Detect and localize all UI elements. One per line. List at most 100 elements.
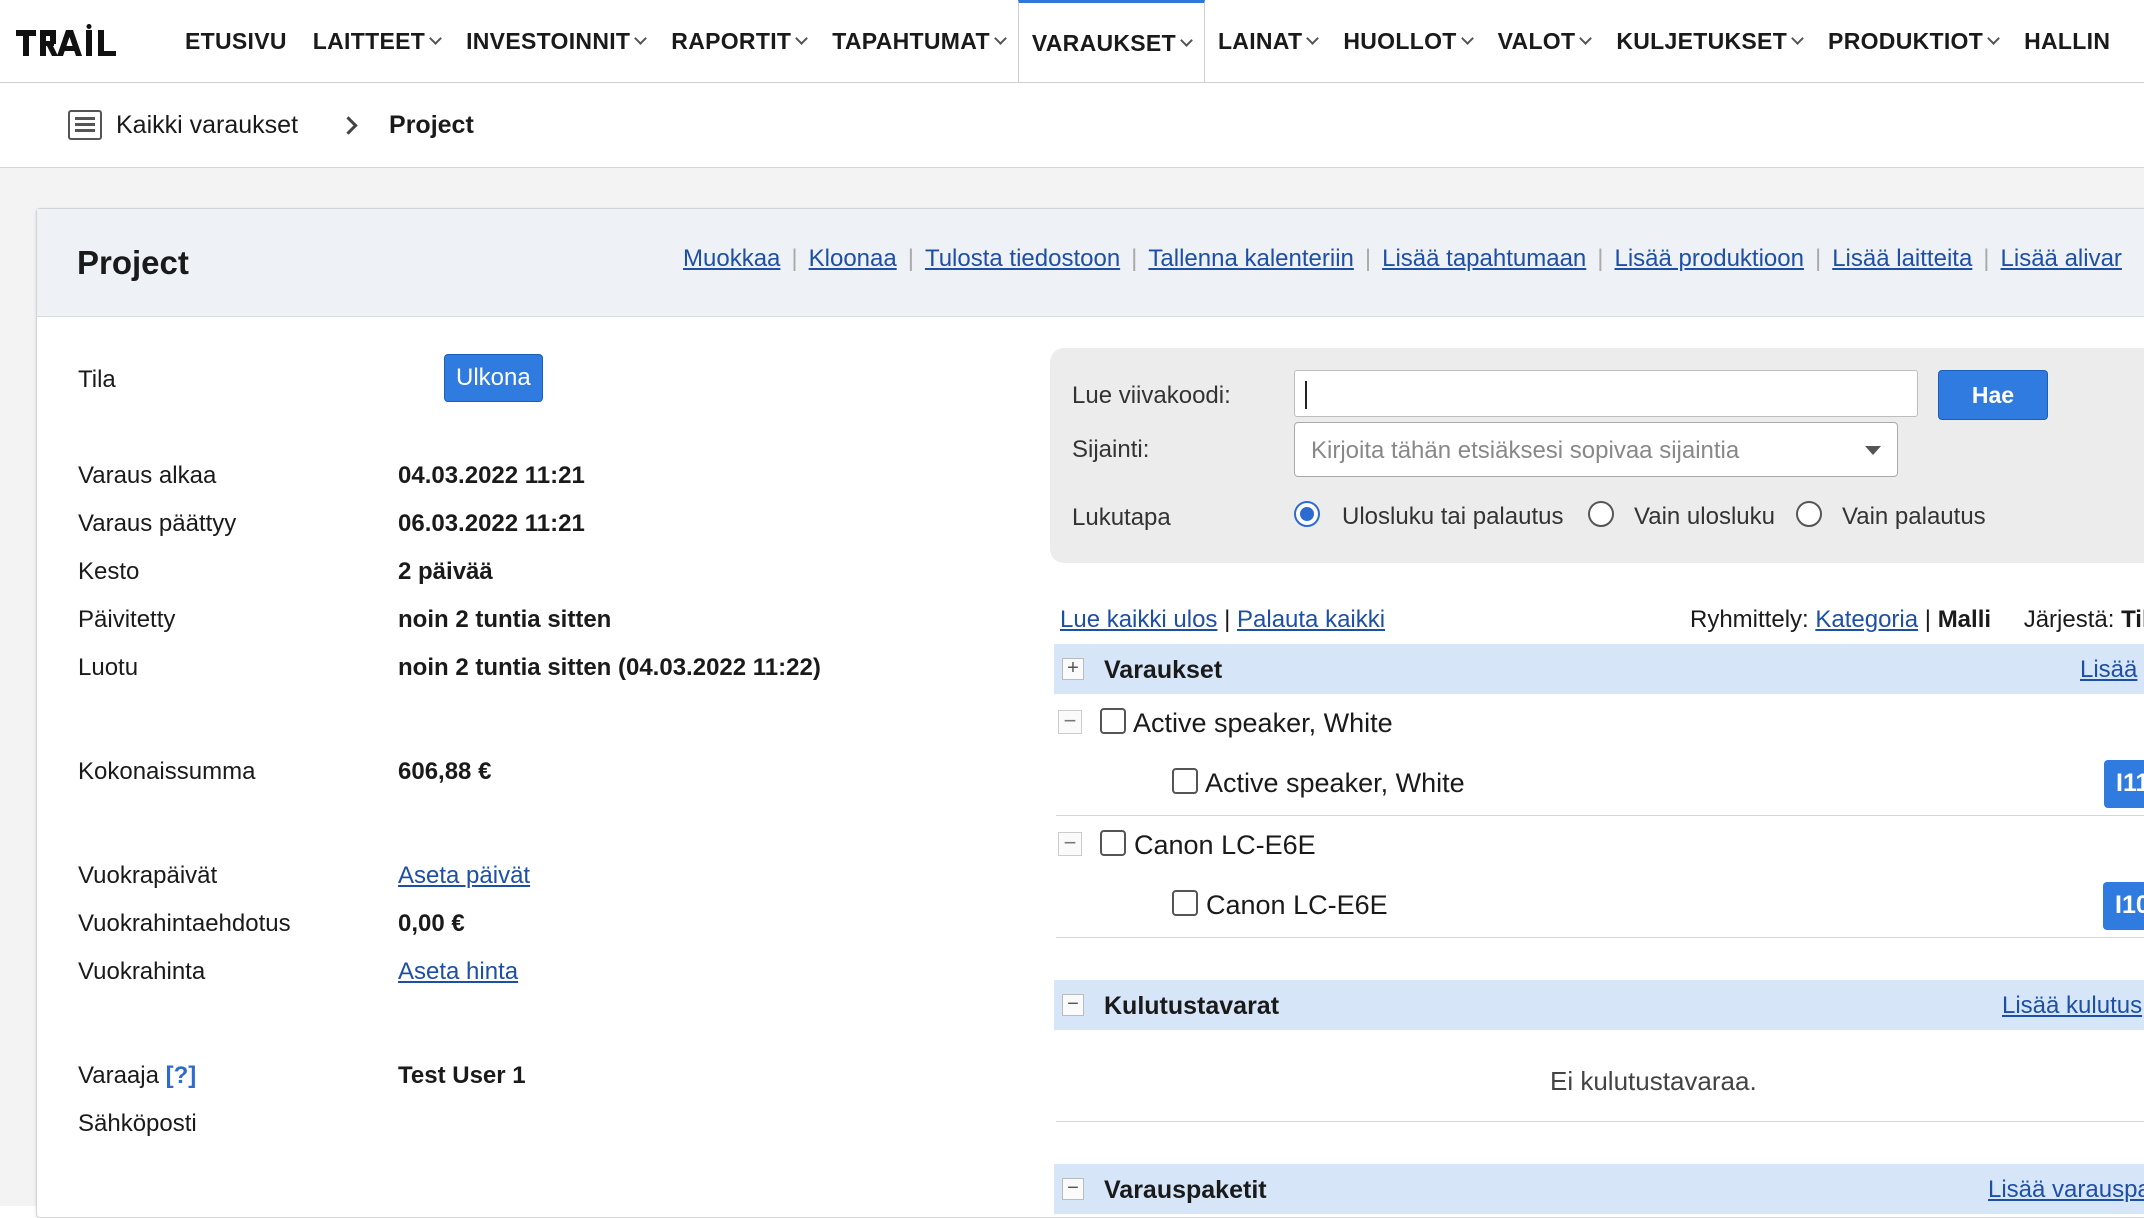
- nav-tapahtumat[interactable]: TAPAHTUMAT: [819, 0, 1018, 82]
- item-tag-badge[interactable]: I11: [2104, 760, 2144, 808]
- add-to-production-link[interactable]: Lisää produktioon: [1615, 245, 1804, 273]
- page-title: Project: [77, 243, 189, 281]
- group-checkbox[interactable]: [1100, 830, 1126, 856]
- trail-logo[interactable]: [0, 0, 172, 82]
- section-title: Kulutustavarat: [1104, 992, 1280, 1020]
- nav-label: TAPAHTUMAT: [832, 27, 990, 54]
- return-all-link[interactable]: Palauta kaikki: [1237, 606, 1385, 633]
- nav-label: PRODUKTIOT: [1828, 27, 1984, 54]
- chevron-down-icon: [1306, 31, 1320, 45]
- collapse-toggle[interactable]: −: [1058, 710, 1082, 734]
- booker-label: Varaaja [?]: [78, 1062, 196, 1090]
- breadcrumb-current: Project: [389, 110, 474, 139]
- nav-laitteet[interactable]: LAITTEET: [300, 0, 453, 82]
- total-value: 606,88 €: [398, 758, 492, 785]
- nav-investoinnit[interactable]: INVESTOINNIT: [453, 0, 658, 82]
- chevron-down-icon: [1987, 31, 2000, 45]
- set-days-link[interactable]: Aseta päivät: [398, 862, 530, 890]
- clone-link[interactable]: Kloonaa: [809, 245, 897, 273]
- start-value: 04.03.2022 11:21: [398, 462, 585, 489]
- email-label: Sähköposti: [78, 1110, 197, 1137]
- nav-valot[interactable]: VALOT: [1485, 0, 1604, 82]
- updated-value: noin 2 tuntia sitten: [398, 606, 612, 633]
- nav-raportit[interactable]: RAPORTIT: [658, 0, 819, 82]
- chevron-down-icon: [634, 31, 648, 45]
- print-to-file-link[interactable]: Tulosta tiedostoon: [925, 245, 1120, 273]
- section-bookings: + Varaukset Lisää: [1054, 644, 2144, 694]
- nav-produktiot[interactable]: PRODUKTIOT: [1815, 0, 2011, 82]
- group-name: Canon LC-E6E: [1134, 830, 1316, 860]
- nav-label: RAPORTIT: [671, 27, 792, 54]
- collapse-toggle[interactable]: −: [1058, 832, 1082, 856]
- chevron-down-icon: [1791, 31, 1804, 45]
- set-price-link[interactable]: Aseta hinta: [398, 958, 518, 986]
- rental-days-label: Vuokrapäivät: [78, 862, 218, 889]
- grouping-label: Ryhmittely:: [1690, 606, 1809, 633]
- section-consumables: − Kulutustavarat Lisää kulutus: [1054, 980, 2144, 1030]
- add-to-event-link[interactable]: Lisää tapahtumaan: [1382, 245, 1586, 273]
- chevron-down-icon: [429, 31, 442, 45]
- start-label: Varaus alkaa: [78, 462, 217, 489]
- booker-help-link[interactable]: [?]: [166, 1062, 197, 1089]
- edit-link[interactable]: Muokkaa: [683, 245, 780, 273]
- chevron-down-icon: [993, 31, 1007, 45]
- list-toolbar-right: Ryhmittely: Kategoria | Malli Järjestä: …: [1690, 606, 2144, 634]
- add-consumable-link[interactable]: Lisää kulutus: [2002, 992, 2142, 1020]
- save-to-calendar-link[interactable]: Tallenna kalenteriin: [1148, 245, 1353, 273]
- add-sub-booking-link[interactable]: Lisää alivar: [2001, 245, 2122, 273]
- sort-label: Järjestä:: [2023, 606, 2115, 633]
- item-checkbox[interactable]: [1172, 890, 1198, 916]
- add-equipment-link[interactable]: Lisää laitteita: [1832, 245, 1972, 273]
- sort-value[interactable]: Til: [2121, 606, 2144, 633]
- expand-toggle[interactable]: +: [1062, 658, 1084, 680]
- mode-label-checkout-or-return[interactable]: Ulosluku tai palautus: [1342, 503, 1563, 531]
- nav-label: ETUSIVU: [185, 27, 287, 54]
- nav-label: VARAUKSET: [1031, 30, 1176, 56]
- group-category-link[interactable]: Kategoria: [1815, 606, 1918, 633]
- rental-price-label: Vuokrahinta: [78, 958, 206, 985]
- add-package-link[interactable]: Lisää varauspa: [1988, 1176, 2144, 1204]
- mode-label-checkout-only[interactable]: Vain ulosluku: [1634, 503, 1775, 531]
- group-model-current: Malli: [1937, 606, 1992, 633]
- nav-label: LAITTEET: [312, 27, 426, 54]
- nav-kuljetukset[interactable]: KULJETUKSET: [1603, 0, 1815, 82]
- add-booking-link[interactable]: Lisää: [2080, 656, 2137, 684]
- barcode-input[interactable]: [1294, 370, 1918, 417]
- nav-hallinta[interactable]: HALLIN: [2011, 0, 2123, 82]
- location-label: Sijainti:: [1072, 436, 1150, 463]
- collapse-toggle[interactable]: −: [1062, 1178, 1084, 1200]
- barcode-scan-panel: Lue viivakoodi: Hae Sijainti: Kirjoita t…: [1050, 348, 2144, 563]
- toolbar-separator: |: [1224, 606, 1231, 633]
- nav-etusivu[interactable]: ETUSIVU: [172, 0, 300, 82]
- mode-radio-checkout-only[interactable]: [1588, 501, 1614, 527]
- mode-radio-checkout-or-return[interactable]: [1294, 501, 1320, 527]
- mode-radio-return-only[interactable]: [1796, 501, 1822, 527]
- chevron-down-icon: [795, 31, 809, 45]
- list-icon[interactable]: [68, 110, 102, 140]
- booker-label-text: Varaaja: [78, 1062, 159, 1089]
- checkout-all-link[interactable]: Lue kaikki ulos: [1060, 606, 1217, 633]
- nav-lainat[interactable]: LAINAT: [1205, 0, 1330, 82]
- duration-value: 2 päivää: [398, 558, 493, 585]
- breadcrumb-parent-link[interactable]: Kaikki varaukset: [116, 111, 298, 140]
- card-header: Project Muokkaa | Kloonaa | Tulosta tiedos…: [37, 209, 2144, 317]
- chevron-down-icon: [1460, 31, 1474, 45]
- item-name: Canon LC-E6E: [1206, 890, 1388, 920]
- status-label: Tila: [78, 366, 116, 393]
- end-label: Varaus päättyy: [78, 510, 237, 537]
- nav-varaukset[interactable]: VARAUKSET: [1017, 0, 1205, 82]
- collapse-toggle[interactable]: −: [1062, 994, 1084, 1016]
- item-tag-badge[interactable]: I10: [2103, 882, 2144, 930]
- section-title: Varauspaketit: [1104, 1176, 1267, 1204]
- location-select[interactable]: Kirjoita tähän etsiäksesi sopivaa sijain…: [1294, 422, 1898, 477]
- item-checkbox[interactable]: [1172, 768, 1198, 794]
- search-button[interactable]: Hae: [1938, 370, 2048, 420]
- group-checkbox[interactable]: [1100, 708, 1126, 734]
- item-name: Active speaker, White: [1205, 768, 1465, 798]
- location-placeholder: Kirjoita tähän etsiäksesi sopivaa sijain…: [1311, 437, 1740, 464]
- empty-consumables-text: Ei kulutustavaraa.: [1550, 1066, 1757, 1096]
- nav-label: INVESTOINNIT: [466, 27, 631, 54]
- created-value: noin 2 tuntia sitten (04.03.2022 11:22): [398, 654, 821, 681]
- nav-huollot[interactable]: HUOLLOT: [1330, 0, 1484, 82]
- mode-label-return-only[interactable]: Vain palautus: [1842, 503, 1986, 531]
